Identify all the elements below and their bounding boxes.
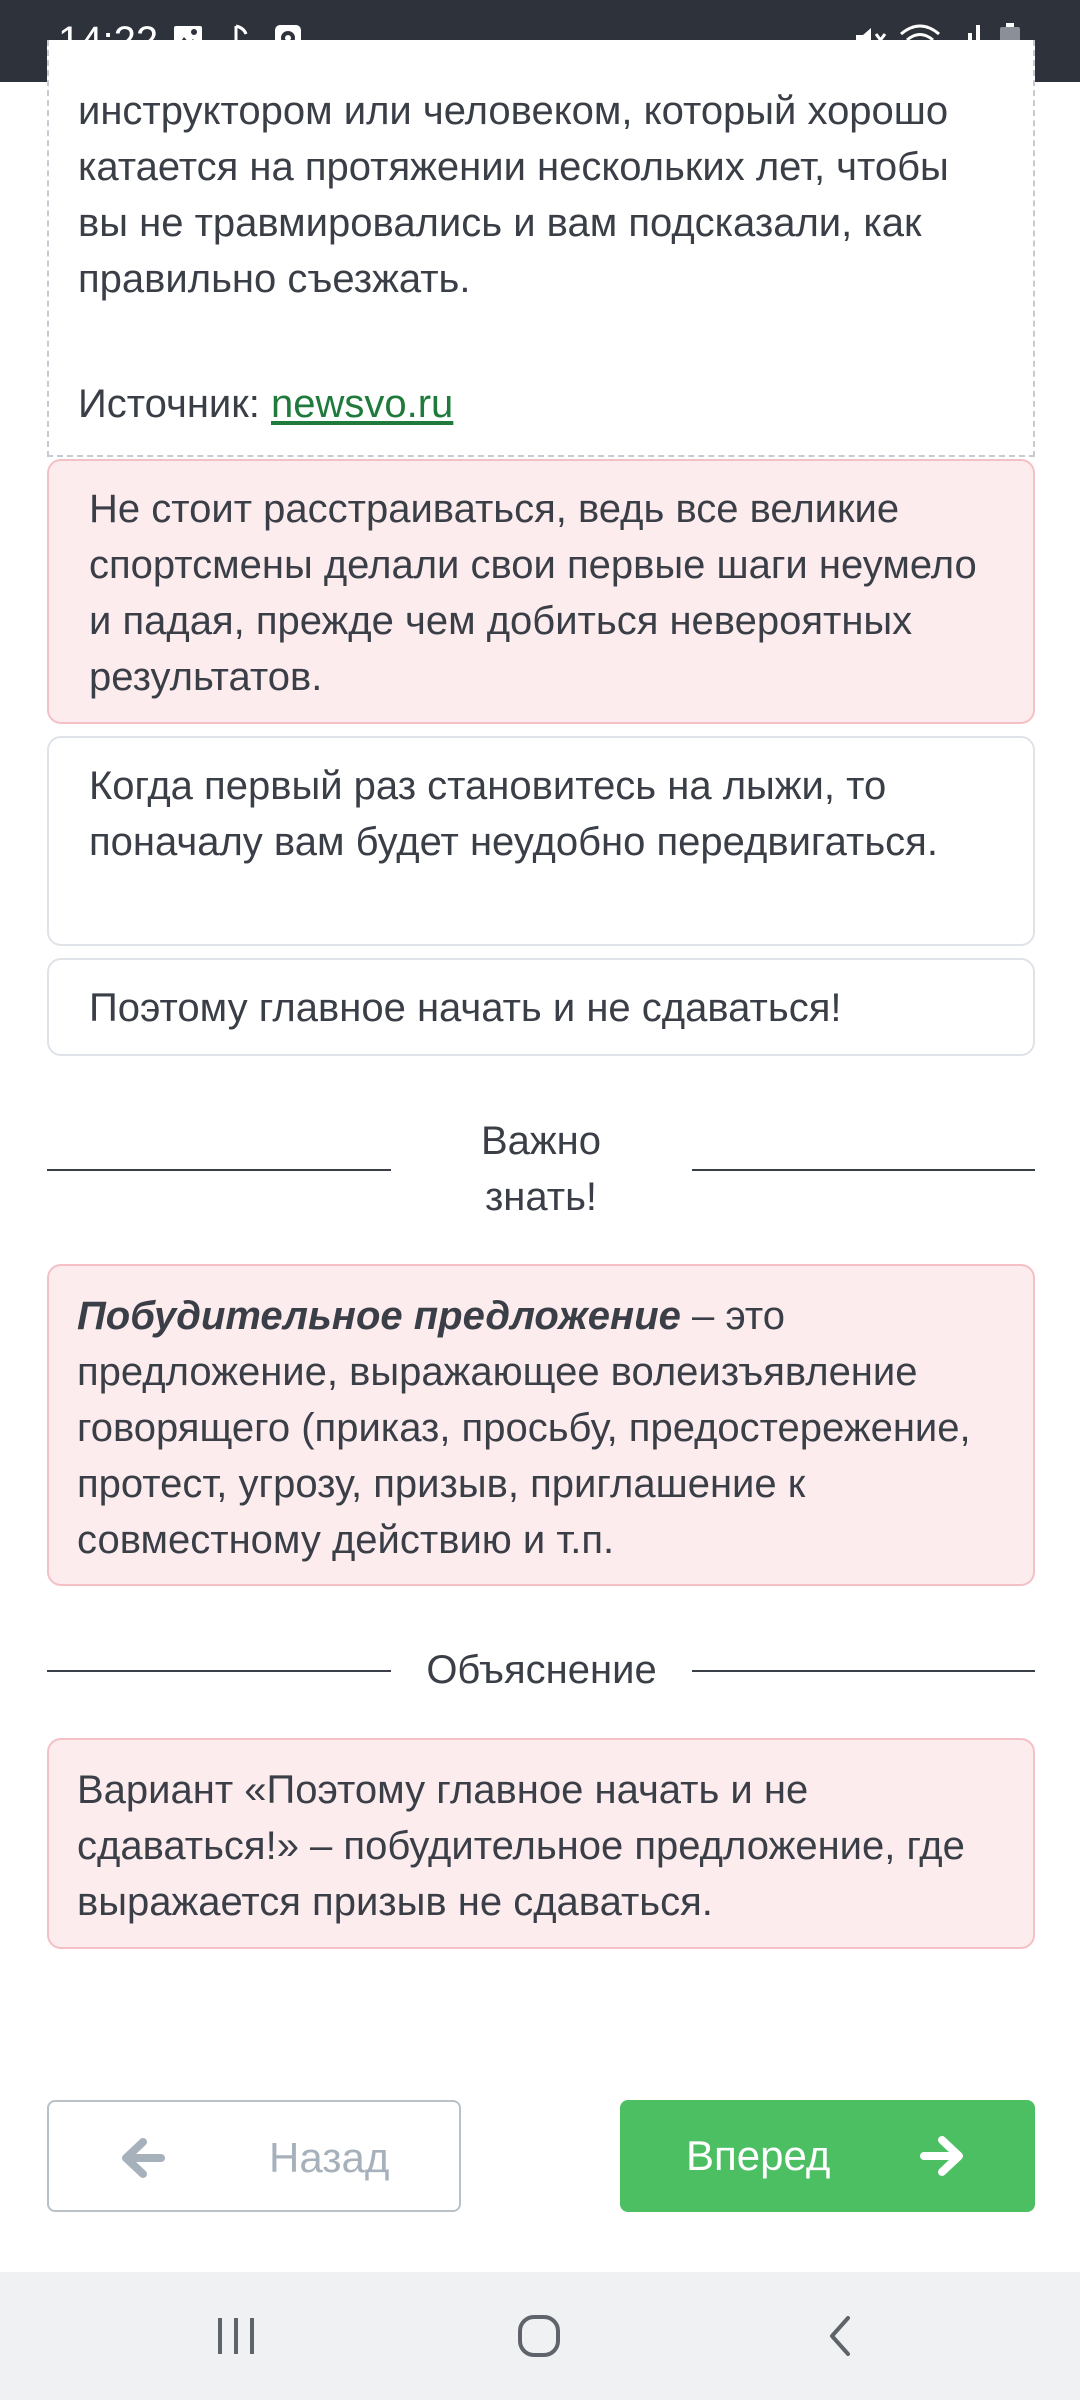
arrow-left-icon [122, 2138, 165, 2178]
back-button-label: Назад [269, 2134, 390, 2181]
divider-line-left [47, 1169, 391, 1171]
source-line: Источник: newsvo.ru [78, 376, 453, 432]
arrow-right-icon [920, 2136, 963, 2176]
option-text: Когда первый раз становитесь на лыжи, то… [89, 764, 938, 864]
source-label: Источник: [78, 382, 271, 426]
back-button[interactable]: Назад [47, 2100, 461, 2212]
option-1[interactable]: Не стоит расстраиваться, ведь все велики… [47, 459, 1035, 724]
explanation-box: Вариант «Поэтому главное начать и не сда… [47, 1738, 1035, 1949]
home-icon[interactable] [515, 2312, 563, 2360]
explanation-heading: Объяснение [426, 1648, 657, 1692]
divider-line-left [47, 1670, 391, 1672]
option-3[interactable]: Поэтому главное начать и не сдаваться! [47, 958, 1035, 1056]
option-text: Не стоит расстраиваться, ведь все велики… [89, 487, 977, 699]
back-nav-icon[interactable] [820, 2312, 860, 2360]
system-nav-bar [0, 2272, 1080, 2400]
recent-apps-icon[interactable] [212, 2312, 260, 2360]
divider-line-right [692, 1670, 1035, 1672]
source-link[interactable]: newsvo.ru [271, 382, 453, 426]
definition-box: Побудительное предложение – это предложе… [47, 1264, 1035, 1586]
source-text: инструктором или человеком, который хоро… [78, 89, 949, 301]
option-text: Поэтому главное начать и не сдаваться! [89, 986, 842, 1030]
divider-line-right [692, 1169, 1035, 1171]
next-button[interactable]: Вперед [620, 2100, 1035, 2212]
explanation-text: Вариант «Поэтому главное начать и не сда… [77, 1768, 965, 1924]
important-heading: Важно знать! [480, 1119, 602, 1219]
next-button-label: Вперед [686, 2132, 831, 2179]
option-2[interactable]: Когда первый раз становитесь на лыжи, то… [47, 736, 1035, 946]
definition-term: Побудительное предложение [77, 1294, 681, 1338]
source-card: инструктором или человеком, который хоро… [47, 40, 1035, 457]
